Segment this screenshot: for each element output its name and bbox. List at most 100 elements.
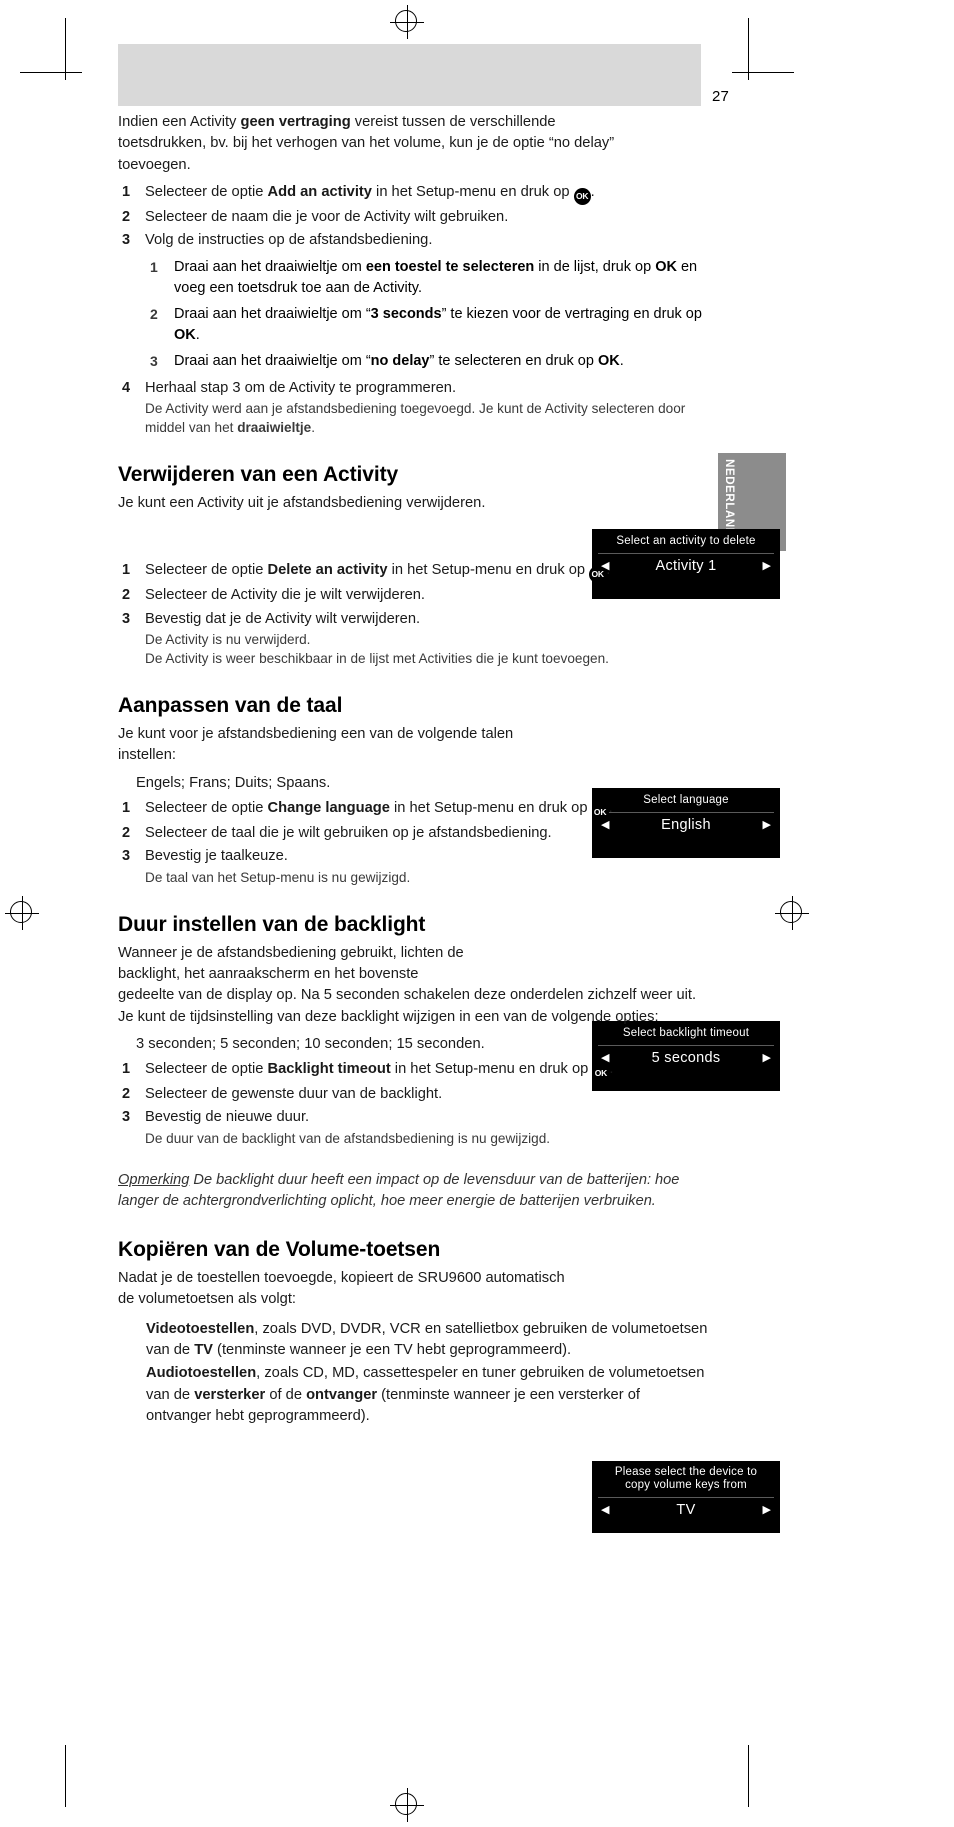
backlight-step-2-text: Selecteer de gewenste duur van de backli… — [145, 1086, 443, 1103]
add-step-1: 1 Selecteer de optie Add an activity in … — [118, 182, 708, 205]
backlight-step-1-number: 1 — [122, 1061, 131, 1078]
ok-button-icon: OK — [573, 187, 591, 205]
add-substep-2-bold2: OK — [174, 326, 196, 343]
crop-mark-bottom-right — [748, 1745, 749, 1807]
page-header-band — [118, 44, 701, 106]
crop-mark-top-left-h — [20, 72, 82, 73]
add-step-4-note-bold: draaiwieltje — [237, 419, 312, 435]
backlight-step-2-number: 2 — [122, 1086, 131, 1103]
add-substep-1-pre: Draai aan het draaiwieltje om — [174, 258, 366, 275]
add-substeps: 1 Draai aan het draaiwieltje om een toes… — [146, 257, 708, 372]
heading-kopieren-volume-toetsen: Kopiëren van de Volume-toetsen — [118, 1238, 441, 1262]
ok-button-icon: OK — [589, 566, 607, 584]
backlight-step-3-text: Bevestig de nieuwe duur. — [145, 1109, 310, 1126]
volume-video-bold2: TV — [194, 1342, 213, 1359]
ok-button-icon: OK — [591, 803, 609, 821]
add-step-2-text: Selecteer de naam die je voor de Activit… — [145, 208, 509, 225]
volume-audio-bold: Audiotoestellen — [146, 1365, 257, 1382]
heading-aanpassen-taal: Aanpassen van de taal — [118, 694, 343, 718]
intro-text-before: Indien een Activity — [118, 114, 241, 130]
opmerking-label: Opmerking — [118, 1171, 190, 1188]
language-step-1: 1 Selecteer de optie Change language in … — [118, 798, 708, 821]
add-substep-2-post: . — [195, 326, 200, 343]
volume-video-paragraph: Videotoestellen, zoals DVD, DVDR, VCR en… — [146, 1319, 708, 1362]
volume-video-post: (tenminste wanneer je een TV hebt geprog… — [212, 1342, 572, 1359]
backlight-step-2: 2 Selecteer de gewenste duur van de back… — [118, 1084, 708, 1105]
volume-audio-bold3: ontvanger — [306, 1386, 378, 1403]
lcd-value-row: ◀ TV ▶ — [592, 1498, 780, 1525]
lcd-value: TV — [676, 1502, 696, 1519]
language-step-1-number: 1 — [122, 799, 131, 816]
ok-button-icon: OK — [592, 1065, 610, 1083]
lcd-select-device-copy-volume: Please select the device to copy volume … — [592, 1461, 780, 1533]
language-step-2-text: Selecteer de taal die je wilt gebruiken … — [145, 824, 552, 841]
intro-bold-geen-vertraging: geen vertraging — [240, 114, 351, 130]
backlight-options: 3 seconden; 5 seconden; 10 seconden; 15 … — [136, 1035, 485, 1052]
volume-audio-mid2: of de — [265, 1386, 307, 1403]
language-step-2: 2 Selecteer de taal die je wilt gebruike… — [118, 823, 708, 844]
backlight-step-1: 1 Selecteer de optie Backlight timeout i… — [118, 1059, 708, 1083]
crop-mark-top-left — [65, 18, 66, 80]
lcd-title-line2: copy volume keys from — [625, 1479, 747, 1492]
language-lead-text: Je kunt voor je afstandsbediening een va… — [118, 726, 514, 764]
add-substep-3-bold: no delay — [370, 352, 430, 369]
add-substep-1-mid: in de lijst, druk op — [534, 258, 656, 275]
backlight-step-1-post: in het Setup-menu en druk op — [390, 1061, 593, 1078]
add-step-1-tail: . — [590, 183, 595, 200]
backlight-opmerking: Opmerking De backlight duur heeft een im… — [118, 1170, 703, 1212]
volume-video-bold: Videotoestellen — [146, 1320, 255, 1337]
heading-duur-backlight: Duur instellen van de backlight — [118, 912, 426, 936]
language-step-1-post: in het Setup-menu en druk op — [389, 799, 592, 816]
add-step-4-note-pre: De Activity werd aan je afstandsbedienin… — [145, 400, 686, 435]
add-substep-1: 1 Draai aan het draaiwieltje om een toes… — [146, 257, 708, 299]
delete-lead-text: Je kunt een Activity uit je afstandsbedi… — [118, 495, 486, 512]
backlight-step-1-pre: Selecteer de optie — [145, 1061, 268, 1078]
add-step-4-note: De Activity werd aan je afstandsbedienin… — [145, 399, 708, 437]
add-step-4: 4 Herhaal stap 3 om de Activity te progr… — [118, 378, 708, 437]
language-step-1-pre: Selecteer de optie — [145, 799, 268, 816]
add-step-4-note-post: . — [311, 419, 316, 435]
delete-step-1-pre: Selecteer de optie — [145, 562, 268, 579]
backlight-step-3-number: 3 — [122, 1109, 131, 1126]
add-step-2: 2 Selecteer de naam die je voor de Activ… — [118, 207, 708, 228]
page-number: 27 — [712, 88, 730, 105]
backlight-step-3: 3 Bevestig de nieuwe duur. De duur van d… — [118, 1107, 708, 1147]
add-substep-3-bold2: OK — [597, 352, 620, 369]
registration-mark-right — [775, 896, 809, 930]
add-substep-2-bold: 3 seconds — [370, 305, 442, 322]
add-substep-3-number: 3 — [150, 352, 158, 369]
language-options: Engels; Frans; Duits; Spaans. — [136, 774, 331, 791]
intro-paragraph: Indien een Activity geen vertraging vere… — [118, 112, 638, 176]
add-step-1-post: in het Setup-menu en druk op — [371, 183, 574, 200]
backlight-step-1-tail: . — [609, 1061, 614, 1078]
lcd-left-arrow-icon: ◀ — [601, 1503, 610, 1516]
crop-mark-top-right-h — [732, 72, 794, 73]
crop-mark-top-right — [748, 18, 749, 80]
add-substep-2-pre: Draai aan het draaiwieltje om “ — [174, 305, 371, 322]
delete-step-3-number: 3 — [122, 610, 131, 627]
language-step-1-tail: . — [608, 799, 613, 816]
add-step-4-text: Herhaal stap 3 om de Activity te program… — [145, 379, 457, 396]
add-substep-3-post: . — [619, 352, 624, 369]
delete-step-3: 3 Bevestig dat je de Activity wilt verwi… — [118, 609, 708, 668]
delete-step-1-bold: Delete an activity — [267, 562, 388, 579]
language-step-2-number: 2 — [122, 824, 131, 841]
add-substep-3-mid: ” te selecteren en druk op — [429, 352, 598, 369]
lcd-right-arrow-icon: ▶ — [762, 1503, 771, 1516]
add-substep-2-mid: ” te kiezen voor de vertraging en druk o… — [441, 305, 702, 322]
heading-verwijderen-activity: Verwijderen van een Activity — [118, 463, 399, 487]
add-substep-1-bold: een toestel te selecteren — [365, 258, 535, 275]
registration-mark-left — [5, 896, 39, 930]
add-step-3-number: 3 — [122, 232, 131, 249]
delete-step-3-text: Bevestig dat je de Activity wilt verwijd… — [145, 610, 421, 627]
add-step-1-pre: Selecteer de optie — [145, 183, 268, 200]
volume-audio-paragraph: Audiotoestellen, zoals CD, MD, cassettes… — [146, 1363, 708, 1427]
language-step-3-number: 3 — [122, 848, 131, 865]
backlight-lead-3: Je kunt de tijdsinstelling van deze back… — [118, 1008, 659, 1025]
language-step-3: 3 Bevestig je taalkeuze. De taal van het… — [118, 846, 708, 886]
volume-lead-text: Nadat je de toestellen toevoegde, kopiee… — [118, 1270, 565, 1308]
delete-step-2-text: Selecteer de Activity die je wilt verwij… — [145, 587, 426, 604]
delete-step-1-tail: . — [606, 562, 611, 579]
delete-note-1: De Activity is nu verwijderd. — [145, 631, 311, 647]
delete-step-1: 1 Selecteer de optie Delete an activity … — [118, 560, 708, 584]
